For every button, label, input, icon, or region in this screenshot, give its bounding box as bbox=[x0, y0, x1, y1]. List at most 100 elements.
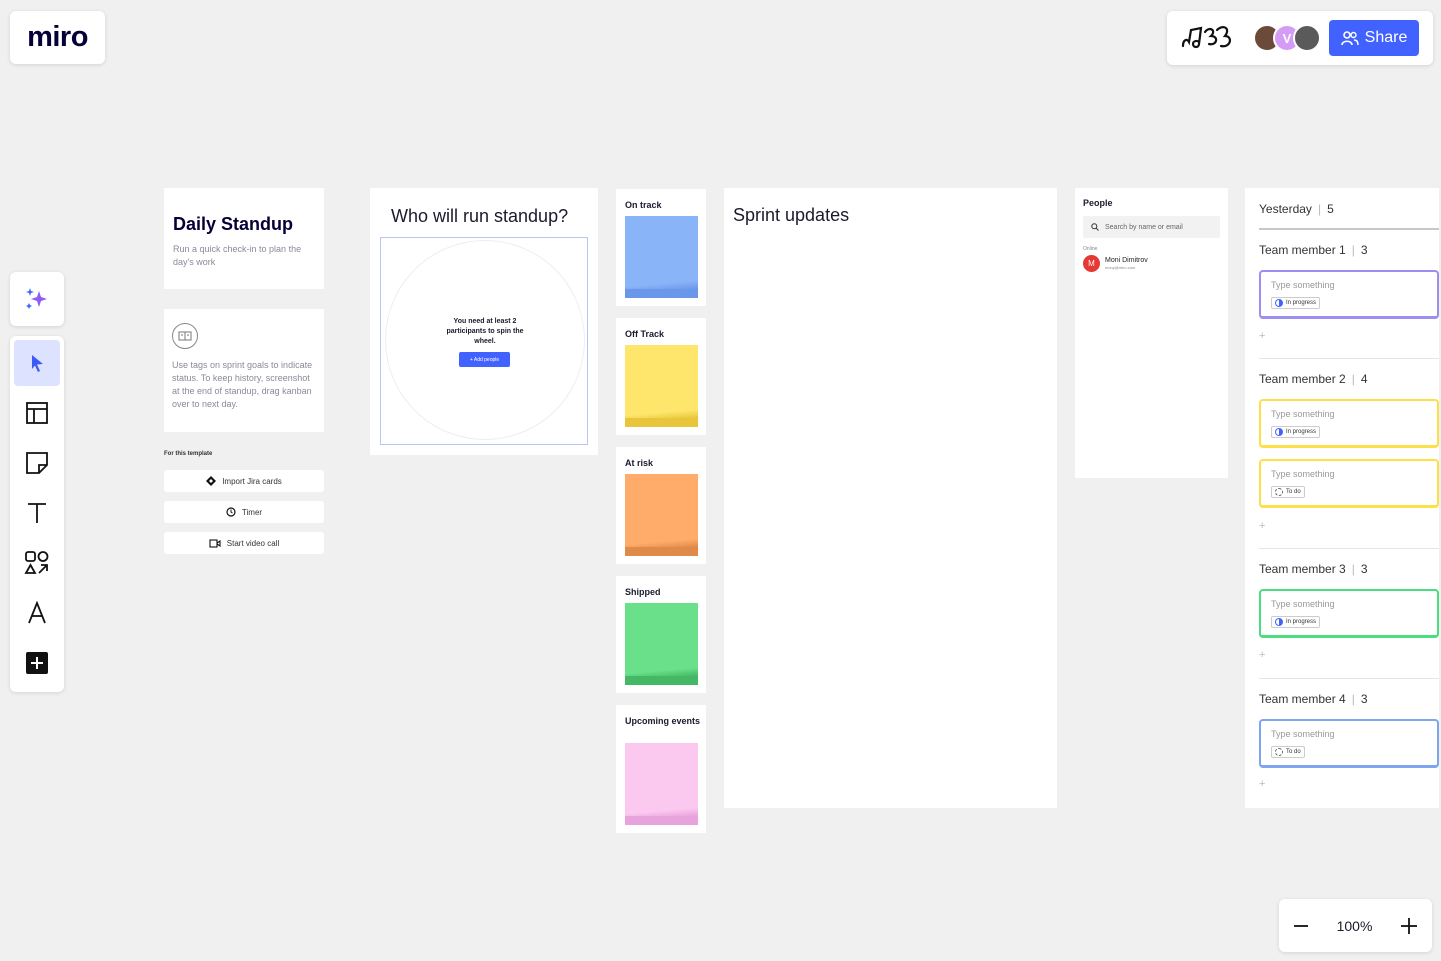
sticky-note[interactable] bbox=[625, 743, 698, 825]
task-card[interactable]: Type something To do bbox=[1259, 719, 1439, 768]
to-do-icon bbox=[1275, 748, 1283, 756]
people-search-input[interactable]: Search by name or email bbox=[1083, 216, 1220, 238]
avatar: M bbox=[1083, 255, 1100, 272]
wheel-message: You need at least 2 participants to spin… bbox=[446, 318, 524, 345]
search-icon bbox=[1091, 223, 1099, 231]
team-member-header: Team member 1 | 3 bbox=[1259, 243, 1368, 257]
pen-icon bbox=[28, 601, 46, 624]
status-tag[interactable]: To do bbox=[1271, 486, 1305, 498]
status-upcoming-events[interactable]: Upcoming events bbox=[616, 705, 706, 833]
sticky-note[interactable] bbox=[625, 474, 698, 556]
shapes-icon bbox=[24, 551, 49, 574]
sprint-updates-frame[interactable]: Sprint updates bbox=[724, 188, 1057, 808]
add-card-button[interactable]: + bbox=[1259, 520, 1265, 532]
pen-tool[interactable] bbox=[14, 590, 60, 636]
board-logo-icon[interactable] bbox=[1179, 22, 1235, 54]
timer-icon bbox=[226, 507, 236, 517]
status-label: Shipped bbox=[625, 587, 661, 597]
sticky-note-tool[interactable] bbox=[14, 440, 60, 486]
yesterday-header: Yesterday | 5 bbox=[1259, 202, 1334, 216]
jira-icon bbox=[206, 476, 217, 486]
in-progress-icon bbox=[1275, 428, 1283, 436]
standup-tip: Use tags on sprint goals to indicate sta… bbox=[172, 360, 313, 409]
book-icon bbox=[172, 323, 198, 349]
start-video-call-button[interactable]: Start video call bbox=[164, 532, 324, 554]
people-panel[interactable]: People Search by name or email Online M … bbox=[1075, 188, 1228, 478]
template-label: For this template bbox=[164, 451, 213, 457]
in-progress-icon bbox=[1275, 618, 1283, 626]
online-label: Online bbox=[1083, 246, 1098, 252]
zoom-out-icon[interactable] bbox=[1293, 918, 1309, 934]
top-right-bar: V Share bbox=[1167, 11, 1433, 65]
text-tool[interactable] bbox=[14, 490, 60, 536]
miro-logo[interactable]: miro bbox=[10, 11, 105, 64]
more-tools-button[interactable] bbox=[14, 640, 60, 686]
timer-button[interactable]: Timer bbox=[164, 501, 324, 523]
wheel-panel[interactable]: Who will run standup? You need at least … bbox=[370, 188, 598, 455]
sticky-note[interactable] bbox=[625, 345, 698, 427]
status-tag[interactable]: In progress bbox=[1271, 616, 1321, 628]
status-label: At risk bbox=[625, 458, 654, 468]
add-people-button[interactable]: + Add people bbox=[459, 352, 510, 367]
divider bbox=[1259, 548, 1439, 549]
add-card-button[interactable]: + bbox=[1259, 649, 1265, 661]
divider bbox=[1259, 228, 1439, 230]
status-tag[interactable]: To do bbox=[1271, 746, 1305, 758]
select-tool[interactable] bbox=[14, 340, 60, 386]
templates-tool[interactable] bbox=[14, 390, 60, 436]
import-jira-button[interactable]: Import Jira cards bbox=[164, 470, 324, 492]
sticky-note-icon bbox=[26, 452, 48, 474]
zoom-level[interactable]: 100% bbox=[1337, 918, 1373, 934]
team-member-header: Team member 2 | 4 bbox=[1259, 372, 1368, 386]
zoom-control: 100% bbox=[1279, 899, 1432, 952]
standup-subtitle: Run a quick check-in to plan the day's w… bbox=[173, 244, 302, 267]
people-title: People bbox=[1083, 198, 1113, 208]
task-card[interactable]: Type something In progress bbox=[1259, 589, 1439, 638]
shapes-tool[interactable] bbox=[14, 540, 60, 586]
status-tag[interactable]: In progress bbox=[1271, 426, 1321, 438]
left-toolbar bbox=[10, 336, 64, 692]
plus-square-icon bbox=[26, 652, 48, 674]
divider bbox=[1259, 358, 1439, 359]
add-card-button[interactable]: + bbox=[1259, 778, 1265, 790]
task-card[interactable]: Type something To do bbox=[1259, 459, 1439, 508]
wheel-title: Who will run standup? bbox=[391, 206, 569, 226]
layout-icon bbox=[26, 402, 48, 424]
standup-tip-card[interactable]: Use tags on sprint goals to indicate sta… bbox=[164, 309, 324, 432]
team-member-header: Team member 3 | 3 bbox=[1259, 562, 1368, 576]
to-do-icon bbox=[1275, 488, 1283, 496]
task-card[interactable]: Type something In progress bbox=[1259, 270, 1439, 319]
status-label: On track bbox=[625, 200, 662, 210]
status-on-track[interactable]: On track bbox=[616, 189, 706, 306]
text-icon bbox=[28, 503, 46, 523]
status-label: Upcoming events bbox=[625, 716, 701, 726]
sticky-note[interactable] bbox=[625, 603, 698, 685]
ai-assist-button[interactable] bbox=[10, 272, 64, 326]
task-card[interactable]: Type something In progress bbox=[1259, 399, 1439, 448]
users-icon bbox=[1340, 31, 1359, 46]
collaborator-avatars[interactable]: V bbox=[1253, 24, 1321, 52]
avatar[interactable] bbox=[1293, 24, 1321, 52]
sparkle-icon bbox=[26, 288, 47, 309]
share-label: Share bbox=[1364, 29, 1408, 46]
zoom-in-icon[interactable] bbox=[1400, 917, 1418, 935]
standup-title: Daily Standup bbox=[173, 214, 294, 234]
yesterday-column[interactable]: Yesterday | 5 Team member 1 | 3 Type somethi… bbox=[1245, 188, 1439, 808]
video-icon bbox=[209, 538, 221, 548]
status-off-track[interactable]: Off Track bbox=[616, 318, 706, 435]
sprint-title: Sprint updates bbox=[733, 205, 850, 225]
standup-header-card[interactable]: Daily Standup Run a quick check-in to pl… bbox=[164, 188, 324, 289]
person-row[interactable]: M Moni Dimitrov mony@miro.com bbox=[1083, 255, 1220, 272]
status-at-risk[interactable]: At risk bbox=[616, 447, 706, 564]
team-member-header: Team member 4 | 3 bbox=[1259, 692, 1368, 706]
person-email: mony@miro.com bbox=[1105, 265, 1136, 270]
cursor-icon bbox=[32, 355, 43, 372]
status-label: Off Track bbox=[625, 329, 665, 339]
share-button[interactable]: Share bbox=[1329, 20, 1419, 56]
status-shipped[interactable]: Shipped bbox=[616, 576, 706, 693]
sticky-note[interactable] bbox=[625, 216, 698, 298]
status-tag[interactable]: In progress bbox=[1271, 297, 1321, 309]
spin-wheel-frame[interactable]: You need at least 2 participants to spin… bbox=[380, 237, 588, 445]
add-card-button[interactable]: + bbox=[1259, 330, 1265, 342]
in-progress-icon bbox=[1275, 299, 1283, 307]
